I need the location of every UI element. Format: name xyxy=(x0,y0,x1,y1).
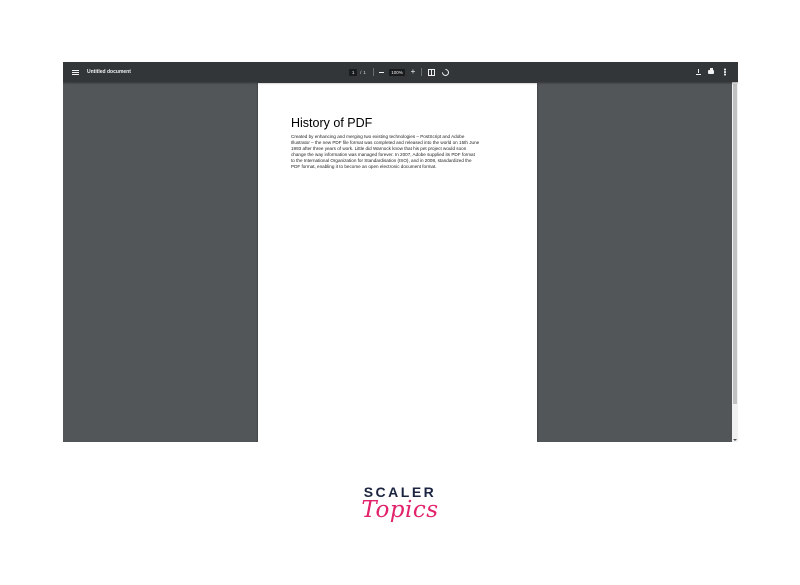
download-icon[interactable] xyxy=(693,62,703,82)
page-indicator: 1 / 1 xyxy=(346,62,369,82)
document-body: Created by enhancing and merging two exi… xyxy=(291,134,511,171)
toolbar-divider xyxy=(373,62,374,82)
document-viewport[interactable]: History of PDF Created by enhancing and … xyxy=(63,82,738,442)
brand-subname: Topics xyxy=(361,497,439,523)
scrollbar-thumb[interactable] xyxy=(733,84,737,404)
pdf-viewer-window: Untitled document 1 / 1 100% + History o… xyxy=(63,62,738,442)
page-separator: / xyxy=(360,69,362,75)
rotate-icon[interactable] xyxy=(440,62,450,82)
zoom-level-value: 100% xyxy=(389,68,405,76)
document-title: Untitled document xyxy=(87,69,131,75)
fit-page-icon[interactable] xyxy=(426,62,436,82)
pdf-toolbar: Untitled document 1 / 1 100% + xyxy=(63,62,738,82)
minus-icon[interactable] xyxy=(376,62,386,82)
pdf-page: History of PDF Created by enhancing and … xyxy=(258,83,537,442)
toolbar-divider xyxy=(421,62,422,82)
page-total: 1 xyxy=(363,69,366,75)
vertical-scrollbar[interactable] xyxy=(732,82,738,442)
hamburger-menu-icon[interactable] xyxy=(68,62,82,82)
body-line: PDF format, enabling it to become an ope… xyxy=(291,164,437,170)
scaler-topics-logo: SCALER Topics xyxy=(340,484,460,544)
zoom-level-input[interactable]: 100% xyxy=(389,62,405,82)
print-icon[interactable] xyxy=(706,62,716,82)
plus-icon[interactable]: + xyxy=(408,62,418,82)
page-number-input[interactable]: 1 xyxy=(349,68,358,76)
document-heading: History of PDF xyxy=(291,116,373,130)
more-vert-icon[interactable] xyxy=(721,62,729,82)
scroll-down-arrow-icon[interactable] xyxy=(733,439,737,441)
